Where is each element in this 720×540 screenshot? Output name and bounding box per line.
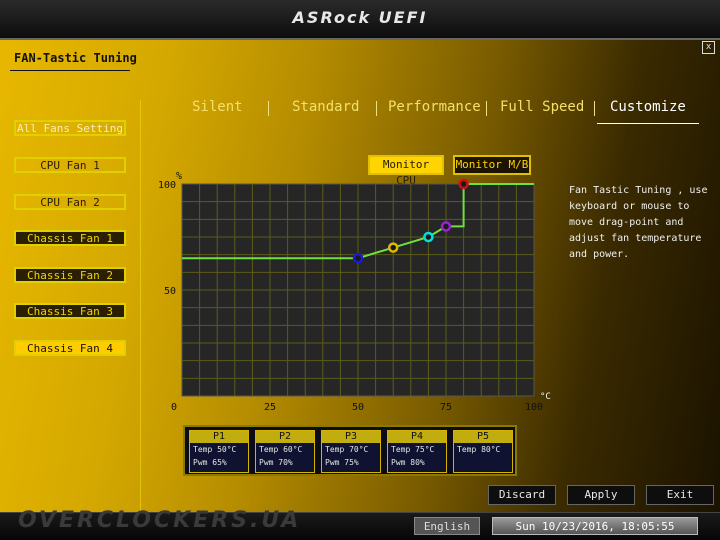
point-name: P4 [388,431,446,443]
exit-button[interactable]: Exit [646,485,714,505]
x-tick-label: 50 [352,402,364,413]
y-unit-label: % [176,171,182,182]
discard-button[interactable]: Discard [488,485,556,505]
watermark: OVERCLOCKERS.UA [18,508,302,533]
point-temp: Temp 70°C [325,445,369,454]
x-tick-label: 75 [440,402,452,413]
point-pwm: Pwm 80% [391,458,425,467]
drag-point-p1[interactable] [352,252,364,264]
drag-point-p5[interactable] [458,178,469,190]
point-temp: Temp 75°C [391,445,435,454]
language-button[interactable]: English [414,517,480,535]
uefi-window: ASRock UEFI x FAN-Tastic Tuning All Fans… [0,0,720,540]
point-temp: Temp 50°C [193,445,237,454]
y-tick-label: 50 [164,286,176,297]
point-pwm: Pwm 70% [259,458,293,467]
point-name: P5 [454,431,512,443]
point-cell-p3[interactable]: P3 Temp 70°C Pwm 75% [321,430,381,473]
point-cell-p4[interactable]: P4 Temp 75°C Pwm 80% [387,430,447,473]
datetime-display: Sun 10/23/2016, 18:05:55 [492,517,698,535]
point-temp: Temp 60°C [259,445,303,454]
point-cell-p2[interactable]: P2 Temp 60°C Pwm 70% [255,430,315,473]
x-tick-label: 25 [264,402,276,413]
point-temp: Temp 80°C [457,445,501,454]
drag-point-p2[interactable] [387,242,399,253]
point-pwm: Pwm 65% [193,458,227,467]
point-name: P1 [190,431,248,443]
x-tick-label: 0 [171,402,177,413]
point-cell-p5[interactable]: P5 Temp 80°C [453,430,513,473]
drag-point-p3[interactable] [423,231,434,243]
point-pwm: Pwm 75% [325,458,359,467]
point-cell-p1[interactable]: P1 Temp 50°C Pwm 65% [189,430,249,473]
x-tick-label: 100 [525,402,543,413]
y-tick-label: 100 [158,180,176,191]
point-name: P3 [322,431,380,443]
drag-point-p4[interactable] [440,221,452,232]
point-name: P2 [256,431,314,443]
chart-grid [182,184,534,396]
apply-button[interactable]: Apply [567,485,635,505]
points-table: P1 Temp 50°C Pwm 65% P2 Temp 60°C Pwm 70… [183,425,517,476]
x-unit-label: °C [540,392,551,402]
